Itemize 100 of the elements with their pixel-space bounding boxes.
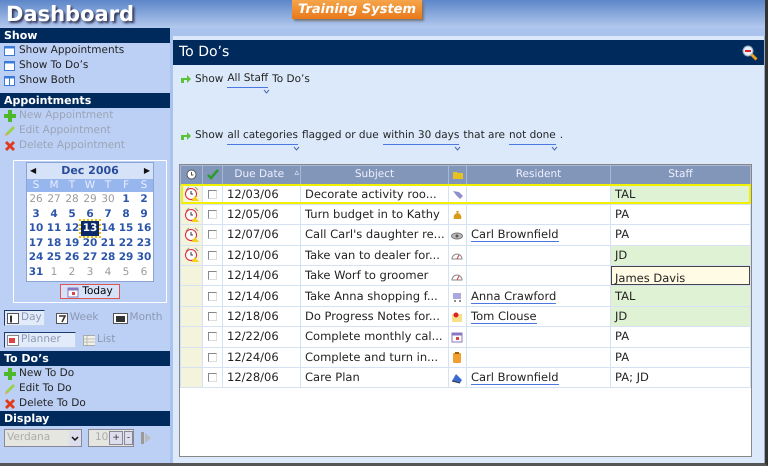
calendar-day[interactable]: 16 bbox=[135, 221, 153, 236]
menu-item[interactable]: Show Both bbox=[19, 72, 76, 88]
calendar-day[interactable]: 22 bbox=[117, 236, 135, 250]
checkbox[interactable] bbox=[208, 312, 217, 322]
calendar-day[interactable]: 3 bbox=[27, 206, 45, 221]
calendar-day[interactable]: 10 bbox=[27, 221, 45, 236]
checkbox[interactable] bbox=[208, 292, 217, 301]
due-date-cell: 12/07/06 bbox=[222, 224, 300, 246]
menu-item[interactable]: Show To Do’s bbox=[19, 58, 88, 74]
calendar-day[interactable]: 9 bbox=[135, 206, 153, 221]
refresh-arrow-icon bbox=[179, 130, 191, 142]
planner-icon bbox=[7, 334, 19, 346]
filter-dropdown[interactable]: all categories bbox=[227, 128, 298, 144]
calendar-day[interactable]: 6 bbox=[81, 206, 99, 221]
weekday-label: S bbox=[140, 179, 148, 192]
week-calendar-icon bbox=[56, 312, 68, 324]
weekday-label: T bbox=[68, 179, 76, 192]
next-month-button[interactable]: ▶ bbox=[144, 165, 150, 177]
calendar-day[interactable]: 1 bbox=[117, 192, 135, 206]
calendar-day[interactable]: 14 bbox=[99, 221, 117, 236]
filter-text: . bbox=[560, 128, 564, 144]
window-icon bbox=[4, 60, 16, 72]
checkbox[interactable] bbox=[208, 250, 217, 260]
staff-cell: PA bbox=[610, 224, 750, 246]
calendar-day[interactable]: 20 bbox=[81, 236, 99, 250]
clipboard-icon bbox=[451, 351, 463, 364]
pencil-icon bbox=[4, 124, 16, 136]
calendar-day[interactable]: 23 bbox=[135, 236, 153, 250]
calendar-day[interactable]: 2 bbox=[135, 192, 153, 206]
filter-dropdown[interactable]: within 30 days bbox=[382, 128, 460, 144]
checkbox[interactable] bbox=[208, 373, 217, 382]
calendar-day[interactable]: 7 bbox=[99, 206, 117, 221]
prev-month-button[interactable]: ◀ bbox=[30, 165, 36, 177]
calendar-day[interactable]: 8 bbox=[117, 206, 135, 221]
calendar-day[interactable]: 4 bbox=[45, 206, 63, 221]
calendar-day[interactable]: 18 bbox=[45, 236, 63, 250]
caret-icon bbox=[454, 146, 462, 150]
calendar-day[interactable]: 17 bbox=[27, 236, 45, 250]
calendar-day[interactable]: 25 bbox=[45, 250, 63, 264]
calendar-day[interactable]: 12 bbox=[63, 221, 81, 236]
calendar-day[interactable]: 19 bbox=[63, 236, 81, 250]
checkbox[interactable] bbox=[208, 230, 217, 240]
filter-text: To Do’s bbox=[272, 72, 310, 86]
alarm-clock-icon bbox=[186, 169, 197, 180]
menu-item[interactable]: Delete To Do bbox=[19, 396, 86, 412]
font-size-value: 10 bbox=[95, 430, 108, 446]
staff-cell: JD bbox=[610, 245, 750, 266]
filter-dropdown[interactable]: not done bbox=[509, 128, 556, 144]
panel-title: To Do’s bbox=[179, 43, 230, 62]
today-button[interactable]: Today bbox=[60, 284, 120, 299]
subject-cell: Complete and turn in... bbox=[300, 347, 448, 368]
due-date-cell: 12/14/06 bbox=[222, 266, 300, 286]
filter-text: that are bbox=[463, 128, 506, 144]
filter-dropdown[interactable]: All Staff bbox=[227, 71, 268, 88]
calendar-day[interactable]: 13 bbox=[81, 221, 99, 236]
due-date-cell: 12/14/06 bbox=[222, 286, 300, 306]
section-header: Display bbox=[0, 411, 170, 426]
menu-item[interactable]: Edit To Do bbox=[19, 380, 72, 396]
weekday-label: W bbox=[84, 179, 96, 192]
section-header: To Do’s bbox=[0, 351, 170, 366]
menu-item: Edit Appointment bbox=[19, 122, 111, 138]
cart-icon bbox=[451, 290, 463, 302]
plus-icon bbox=[4, 368, 16, 380]
checkbox[interactable] bbox=[208, 210, 217, 220]
calendar-day[interactable]: 11 bbox=[45, 221, 63, 236]
calendar-day[interactable]: 15 bbox=[117, 221, 135, 236]
app-badge: Training System bbox=[292, 0, 422, 19]
menu-item[interactable]: Show Appointments bbox=[19, 42, 124, 58]
calendar-day[interactable]: 24 bbox=[27, 250, 45, 264]
menu-item[interactable]: New To Do bbox=[19, 366, 74, 382]
calendar-day[interactable]: 28 bbox=[99, 250, 117, 264]
filter-text: flagged or due bbox=[302, 128, 379, 144]
checkbox[interactable] bbox=[208, 271, 217, 280]
weekday-label: T bbox=[104, 179, 112, 192]
calendar-day[interactable]: 29 bbox=[117, 250, 135, 264]
staff-cell: PA; JD bbox=[610, 368, 750, 388]
staff-input[interactable]: James Davis bbox=[611, 266, 750, 286]
menu-item: Delete Appointment bbox=[19, 138, 125, 153]
money-bag-icon bbox=[451, 208, 463, 221]
list-icon bbox=[83, 334, 95, 346]
checkbox[interactable] bbox=[208, 190, 217, 199]
staff-cell: PA bbox=[610, 204, 750, 225]
month-label: Dec 2006 bbox=[61, 162, 119, 179]
calendar-day[interactable]: 31 bbox=[27, 264, 45, 279]
filter-text: Show bbox=[195, 72, 224, 86]
note-icon bbox=[451, 310, 463, 323]
calendar-day[interactable]: 5 bbox=[63, 206, 81, 221]
zoom-out-icon bbox=[742, 44, 758, 60]
due-date-cell: 12/18/06 bbox=[222, 306, 300, 327]
calendar-day[interactable]: 27 bbox=[81, 250, 99, 264]
calendar-day[interactable]: 26 bbox=[63, 250, 81, 264]
calendar-day[interactable]: 30 bbox=[135, 250, 153, 264]
checkbox[interactable] bbox=[208, 332, 217, 342]
calendar-icon bbox=[451, 330, 463, 343]
day-calendar-icon bbox=[7, 312, 19, 324]
staff-cell: PA bbox=[610, 347, 750, 368]
checkbox[interactable] bbox=[208, 352, 217, 362]
section-header: Appointments bbox=[0, 93, 170, 108]
calendar-day[interactable]: 21 bbox=[99, 236, 117, 250]
month-calendar-icon bbox=[112, 312, 128, 324]
